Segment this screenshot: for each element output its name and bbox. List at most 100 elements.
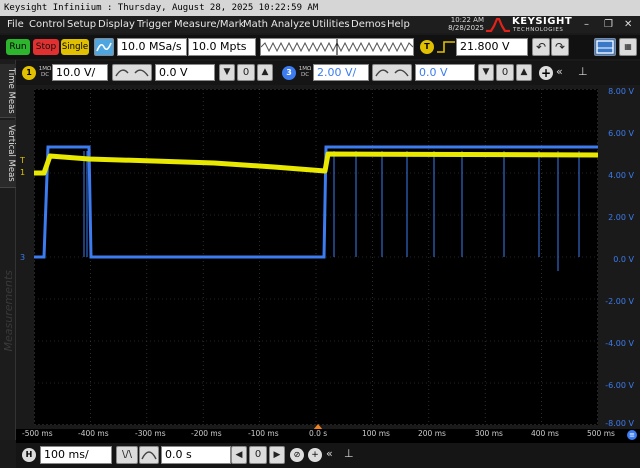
y-tick: 0.0 V	[613, 255, 634, 264]
collapse-channels-button[interactable]: «	[556, 65, 563, 78]
menu-analyze[interactable]: Analyze	[271, 16, 310, 33]
y-tick: 8.00 V	[608, 87, 634, 96]
position-zero[interactable]: 0	[249, 446, 267, 464]
timebase-scale-down[interactable]: \/\	[116, 446, 138, 464]
tab-menu-button[interactable]: ▦	[619, 38, 637, 56]
chevron-down-icon: ▼	[482, 67, 490, 77]
voltage-scale: 8.00 V 6.00 V 4.00 V 2.00 V 0.0 V -2.00 …	[598, 85, 640, 430]
pin-icon: ⊥	[344, 447, 354, 460]
window-title: Keysight Infiniium : Thursday, August 28…	[4, 3, 319, 13]
acquisition-toolbar: Run Stop Single 10.0 MSa/s 10.0 Mpts T 2…	[0, 35, 640, 59]
x-tick: -300 ms	[135, 429, 166, 438]
ch3-offset-zero[interactable]: 0	[496, 64, 514, 81]
ch1-scale-field[interactable]: 10.0 V/	[52, 64, 108, 81]
single-button[interactable]: Single	[61, 39, 89, 55]
ch3-ground-marker[interactable]: 3	[20, 253, 25, 262]
keysight-wave-icon	[486, 18, 510, 32]
rising-edge-icon[interactable]	[436, 40, 456, 54]
pin-icon: ⊥	[578, 65, 588, 78]
menu-measure-mark[interactable]: Measure/Mark	[174, 16, 245, 33]
ch3-badge[interactable]: 3	[282, 66, 296, 80]
timebase-scale-up[interactable]	[139, 446, 159, 464]
horizontal-badge[interactable]: H	[22, 448, 36, 462]
x-tick: 300 ms	[475, 429, 503, 438]
timebase-scale-field[interactable]: 100 ms/	[40, 446, 112, 464]
stop-button[interactable]: Stop	[33, 39, 59, 55]
zoom-button[interactable]: ⊘	[290, 448, 304, 462]
chevron-up-icon: ▲	[261, 67, 269, 77]
clock-time: 10:22 AM	[450, 16, 484, 24]
menu-utilities[interactable]: Utilities	[312, 16, 350, 33]
ch1-ground-marker[interactable]: 1	[20, 168, 25, 177]
ch1-dc: DC	[40, 72, 50, 78]
redo-button[interactable]: ↷	[551, 38, 569, 56]
waveform-display[interactable]	[34, 89, 599, 425]
menu-display[interactable]: Display	[98, 16, 135, 33]
position-right[interactable]: ▶	[269, 446, 285, 464]
close-icon[interactable]: ✕	[624, 16, 632, 33]
restore-icon[interactable]: ❐	[604, 16, 613, 33]
ch1-offset-zero[interactable]: 0	[237, 64, 255, 81]
timebase-add-button[interactable]: +	[308, 448, 322, 462]
wave-expand-icon	[141, 451, 157, 460]
y-tick: 6.00 V	[608, 129, 634, 138]
ch3-scale-field[interactable]: 2.00 V/	[313, 64, 369, 81]
double-chevron-left-icon: «	[326, 447, 333, 460]
window-title-bar: Keysight Infiniium : Thursday, August 28…	[0, 0, 640, 16]
ch3-scale-knob[interactable]	[372, 64, 412, 81]
timebase-pin-button[interactable]: ⊥	[344, 447, 354, 460]
menu-help[interactable]: Help	[387, 16, 410, 33]
timebase-position-field[interactable]: 0.0 s	[161, 446, 231, 464]
ch1-scale-knob[interactable]	[112, 64, 152, 81]
menu-setup[interactable]: Setup	[67, 16, 96, 33]
overview-wave-icon	[260, 39, 414, 55]
ch3-offset-down[interactable]: ▼	[478, 64, 494, 81]
x-tick: -100 ms	[248, 429, 279, 438]
ch1-offset-up[interactable]: ▲	[257, 64, 273, 81]
layout-button[interactable]	[594, 38, 616, 56]
x-tick: 400 ms	[531, 429, 559, 438]
collapse-timebase-button[interactable]: «	[326, 447, 333, 460]
run-button[interactable]: Run	[6, 39, 30, 55]
keysight-logo: KEYSIGHT TECHNOLOGIES	[486, 16, 572, 36]
menu-trigger[interactable]: Trigger	[137, 16, 172, 33]
wave-compress-icon: \/\	[121, 449, 133, 460]
window-controls: – ❐ ✕	[582, 16, 640, 33]
memory-depth-field[interactable]: 10.0 Mpts	[188, 38, 256, 56]
x-tick: -200 ms	[191, 429, 222, 438]
menu-demos[interactable]: Demos	[351, 16, 386, 33]
trigger-level-marker[interactable]: T	[20, 156, 25, 165]
menu-math[interactable]: Math	[243, 16, 268, 33]
undo-button[interactable]: ↶	[532, 38, 550, 56]
ch3-offset-field[interactable]: 0.0 V	[415, 64, 475, 81]
menu-file[interactable]: File	[7, 16, 24, 33]
y-tick: -6.00 V	[605, 381, 634, 390]
autoscale-wave-icon	[96, 42, 112, 52]
waveform-overview[interactable]	[260, 38, 414, 56]
position-left[interactable]: ◀	[231, 446, 247, 464]
waveform-graticule	[34, 89, 599, 425]
ch1-badge[interactable]: 1	[22, 66, 36, 80]
axis-channel-icon[interactable]: ≡	[627, 430, 637, 440]
pin-button[interactable]: ⊥	[578, 65, 588, 78]
y-tick: 2.00 V	[608, 213, 634, 222]
tab-vertical-meas[interactable]: Vertical Meas	[0, 120, 16, 188]
x-tick: -400 ms	[78, 429, 109, 438]
plus-icon: +	[540, 66, 552, 80]
add-channel-button[interactable]: +	[539, 66, 553, 80]
brand-sub: TECHNOLOGIES	[513, 27, 564, 33]
minimize-icon[interactable]: –	[584, 16, 589, 33]
sample-rate-field[interactable]: 10.0 MSa/s	[117, 38, 187, 56]
ch3-offset-up[interactable]: ▲	[516, 64, 532, 81]
ch1-coupling: 1MΩ DC	[38, 66, 52, 78]
chevron-right-icon: ▶	[273, 450, 281, 460]
menu-control[interactable]: Control	[29, 16, 65, 33]
tab-time-meas[interactable]: Time Meas	[0, 64, 16, 118]
zoom-icon: ⊘	[293, 450, 301, 459]
auto-scale-button[interactable]	[94, 38, 114, 56]
ch1-offset-field[interactable]: 0.0 V	[155, 64, 215, 81]
zero-icon: 0	[242, 67, 250, 78]
ch1-offset-down[interactable]: ▼	[219, 64, 235, 81]
y-tick: -8.00 V	[605, 419, 634, 428]
trigger-level-field[interactable]: 21.800 V	[456, 38, 528, 56]
